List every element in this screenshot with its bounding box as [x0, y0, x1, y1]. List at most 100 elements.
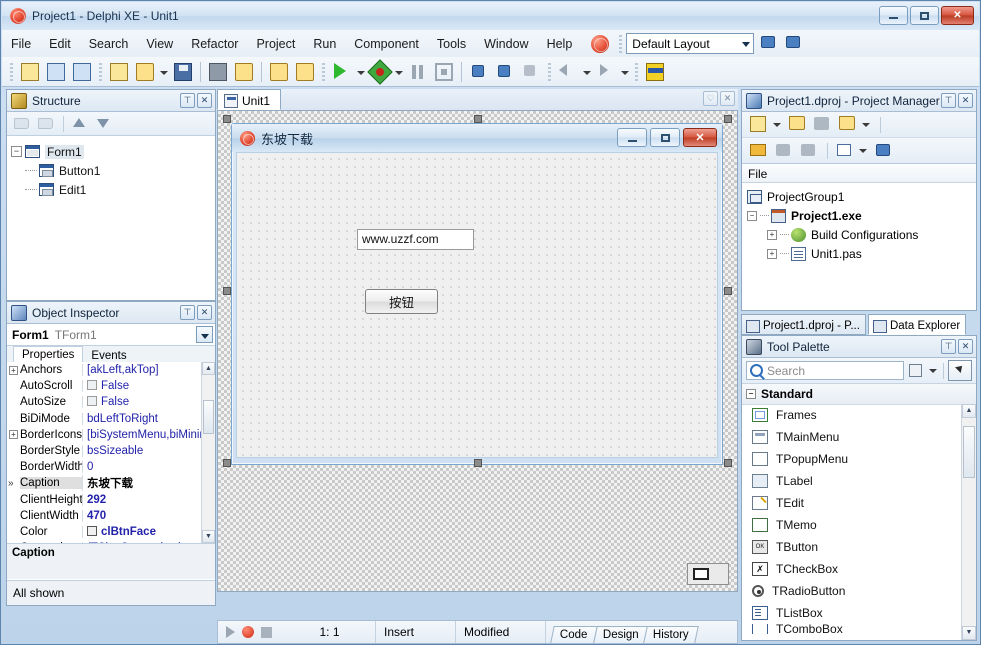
view-dropdown[interactable] [861, 114, 872, 136]
minimize-button[interactable] [879, 6, 908, 25]
set-debug-layout-icon[interactable] [784, 34, 804, 54]
resize-handle-bottom-left[interactable] [223, 459, 231, 467]
property-row[interactable]: Color clBtnFace [7, 524, 215, 540]
property-value[interactable]: 东坡下载 [82, 475, 215, 492]
expander-icon[interactable]: + [9, 430, 18, 440]
property-row[interactable]: AutoScroll False [7, 378, 215, 394]
add-button[interactable] [772, 140, 796, 162]
form-designer-canvas[interactable]: 东坡下载 ✕ www.uzzf.com 按钮 [217, 111, 738, 592]
expander-icon[interactable]: + [767, 229, 777, 240]
menu-file[interactable]: File [2, 34, 40, 54]
program-reset-button[interactable] [432, 60, 456, 84]
property-row[interactable]: + BorderIcons [biSystemMenu,biMinimi: [7, 427, 215, 443]
back-dropdown[interactable] [581, 60, 593, 84]
open-folder-dropdown[interactable] [158, 60, 170, 84]
expander-icon[interactable]: − [747, 210, 757, 221]
open-unit-button[interactable] [232, 60, 256, 84]
desktop-layout-combo[interactable]: Default Layout [626, 33, 755, 54]
scroll-up-icon[interactable]: ▲ [202, 362, 215, 375]
form-maximize-button[interactable] [650, 128, 680, 147]
expander-icon[interactable]: + [9, 365, 18, 375]
property-value[interactable]: [biSystemMenu,biMinimi: [82, 428, 215, 441]
remove-button[interactable] [811, 114, 835, 136]
sort-dropdown[interactable] [858, 140, 869, 162]
close-button[interactable]: ✕ [941, 6, 974, 25]
maximize-button[interactable] [910, 6, 939, 25]
new-item-dropdown[interactable] [772, 114, 783, 136]
add-file-button[interactable] [267, 60, 291, 84]
property-value[interactable]: 0 [82, 461, 215, 474]
checkbox-icon[interactable] [87, 396, 97, 407]
pin-icon[interactable]: ⊤ [180, 93, 195, 108]
palette-item-tlistbox[interactable]: TListBox [742, 602, 961, 624]
close-icon[interactable]: ✕ [958, 339, 973, 354]
menu-search[interactable]: Search [80, 34, 138, 54]
pause-button[interactable] [406, 60, 430, 84]
property-row-caption[interactable]: » Caption 东坡下载 [7, 475, 215, 492]
pin-icon[interactable]: ⊤ [180, 305, 195, 320]
menu-refactor[interactable]: Refactor [182, 34, 247, 54]
tab-data-explorer[interactable]: Data Explorer [867, 314, 967, 335]
tab-unit1[interactable]: Unit1 [217, 89, 282, 110]
property-value[interactable]: bdLeftToRight [82, 412, 215, 425]
resize-handle-bottom-center[interactable] [474, 459, 482, 467]
palette-item-tradiobutton[interactable]: TRadioButton [742, 580, 961, 602]
save-project-as-button[interactable] [70, 60, 94, 84]
project-node-unit1pas[interactable]: + Unit1.pas [747, 244, 971, 263]
tree-node-button1[interactable]: Button1 [11, 161, 211, 180]
remove-file-button[interactable] [293, 60, 317, 84]
property-value[interactable]: clBtnFace [82, 525, 215, 538]
resize-handle-top-center[interactable] [474, 115, 482, 123]
property-value[interactable]: [akLeft,akTop] [82, 364, 215, 377]
menu-edit[interactable]: Edit [40, 34, 80, 54]
designer-corner-widget[interactable] [687, 563, 729, 585]
menu-tools[interactable]: Tools [428, 34, 475, 54]
run-to-cursor-button[interactable] [519, 60, 543, 84]
palette-item-tbutton[interactable]: OK TButton [742, 536, 961, 558]
property-value[interactable]: False [82, 396, 215, 409]
menu-window[interactable]: Window [475, 34, 537, 54]
tab-code[interactable]: Code [550, 626, 598, 643]
activate-button[interactable] [747, 140, 771, 162]
help-button[interactable] [643, 60, 667, 84]
forward-dropdown[interactable] [619, 60, 631, 84]
object-selector-combo[interactable]: Form1 TForm1 [7, 324, 215, 346]
open-project-button[interactable] [44, 60, 68, 84]
tool-palette-scrollbar[interactable]: ▲ ▼ [961, 404, 976, 640]
palette-category-standard[interactable]: − Standard [742, 384, 976, 405]
tree-node-edit1[interactable]: Edit1 [11, 180, 211, 199]
form-minimize-button[interactable] [617, 128, 647, 147]
menu-view[interactable]: View [137, 34, 182, 54]
open-folder-button[interactable] [133, 60, 157, 84]
palette-item-tlabel[interactable]: TLabel [742, 470, 961, 492]
new-item-button[interactable] [747, 114, 771, 136]
resize-handle-top-left[interactable] [223, 115, 231, 123]
tab-history[interactable]: History [643, 626, 699, 643]
property-value[interactable]: False [82, 380, 215, 393]
property-grid-scrollbar[interactable]: ▲ ▼ [201, 362, 215, 543]
resize-handle-top-right[interactable] [724, 115, 732, 123]
scrollbar-thumb[interactable] [203, 400, 214, 434]
property-row[interactable]: BiDiMode bdLeftToRight [7, 411, 215, 427]
open-button[interactable] [786, 114, 810, 136]
favorite-icon[interactable]: ♡ [703, 91, 718, 106]
resize-handle-middle-left[interactable] [223, 287, 231, 295]
project-node-project1exe[interactable]: − Project1.exe [747, 206, 971, 225]
resize-handle-bottom-right[interactable] [724, 459, 732, 467]
project-node-projectgroup1[interactable]: ProjectGroup1 [747, 187, 971, 206]
palette-options-button[interactable] [906, 361, 927, 381]
menu-help[interactable]: Help [538, 34, 582, 54]
scroll-down-icon[interactable]: ▼ [202, 530, 215, 543]
debug-dropdown[interactable] [393, 60, 405, 84]
palette-item-tpopupmenu[interactable]: TPopupMenu [742, 448, 961, 470]
tab-project-manager[interactable]: Project1.dproj - P... [741, 314, 866, 335]
save-all-button[interactable] [206, 60, 230, 84]
palette-item-tmemo[interactable]: TMemo [742, 514, 961, 536]
run-button[interactable] [330, 60, 354, 84]
scroll-up-icon[interactable]: ▲ [962, 404, 976, 418]
remove-file-button[interactable] [797, 140, 821, 162]
pin-icon[interactable]: ⊤ [941, 93, 956, 108]
property-row[interactable]: AutoSize False [7, 394, 215, 410]
scrollbar-thumb[interactable] [963, 426, 975, 478]
edit1-control[interactable]: www.uzzf.com [357, 229, 474, 250]
